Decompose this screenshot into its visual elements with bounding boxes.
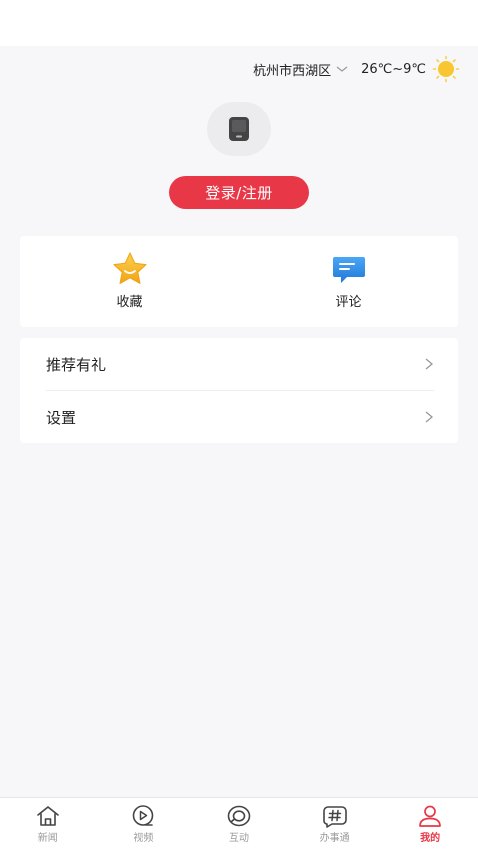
sun-icon: [432, 55, 460, 83]
menu-item-label: 推荐有礼: [46, 355, 107, 374]
comments-label: 评论: [335, 295, 362, 310]
tab-news[interactable]: 新闻: [0, 798, 96, 850]
quick-actions-card: 收藏 评论: [20, 236, 458, 327]
tab-mine[interactable]: 我的: [382, 798, 478, 850]
video-play-icon: [133, 805, 154, 826]
avatar[interactable]: [207, 102, 271, 156]
weather-location[interactable]: 杭州市西湖区: [253, 60, 331, 79]
hashtag-icon: [322, 806, 347, 828]
menu-item-label: 设置: [46, 408, 77, 427]
chevron-down-icon[interactable]: [335, 62, 349, 76]
tab-label: 办事通: [319, 833, 350, 844]
tab-label: 我的: [420, 833, 441, 844]
tab-label: 视频: [133, 833, 154, 844]
menu-item-referral[interactable]: 推荐有礼: [20, 338, 458, 390]
tab-interact[interactable]: 互动: [191, 798, 287, 850]
favorites-button[interactable]: 收藏: [20, 236, 239, 327]
chevron-right-icon: [425, 358, 434, 370]
profile-page: 杭州市西湖区 26℃~9℃ 登录/注册 收藏 评论 推荐有礼 设置 新闻 视频 …: [0, 0, 478, 850]
favorites-label: 收藏: [116, 295, 143, 310]
weather-temperature: 26℃~9℃: [361, 61, 426, 77]
status-bar: [0, 0, 478, 46]
star-icon: [113, 252, 146, 284]
phone-icon: [229, 117, 249, 141]
tab-label: 新闻: [37, 833, 58, 844]
interact-icon: [227, 805, 251, 827]
home-icon: [36, 806, 59, 826]
tab-video[interactable]: 视频: [96, 798, 192, 850]
tab-label: 互动: [228, 833, 249, 844]
menu-item-settings[interactable]: 设置: [20, 391, 458, 443]
weather-bar[interactable]: 杭州市西湖区 26℃~9℃: [253, 55, 460, 83]
chevron-right-icon: [425, 411, 434, 423]
menu-card: 推荐有礼 设置: [20, 338, 458, 443]
user-icon: [419, 805, 442, 827]
tab-services[interactable]: 办事通: [287, 798, 383, 850]
comment-icon: [332, 257, 365, 283]
bottom-tab-bar: 新闻 视频 互动 办事通 我的: [0, 797, 478, 850]
login-register-button[interactable]: 登录/注册: [169, 176, 309, 209]
comments-button[interactable]: 评论: [239, 236, 458, 327]
